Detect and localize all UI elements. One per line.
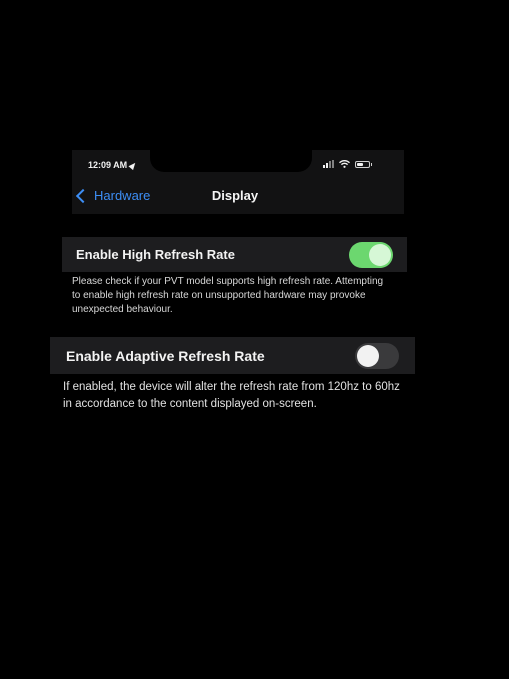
setting-label: Enable High Refresh Rate <box>76 247 235 262</box>
adaptive-refresh-rate-toggle[interactable] <box>355 342 399 369</box>
toggle-knob <box>369 243 391 266</box>
battery-fill <box>357 163 363 166</box>
adaptive-refresh-rate-footnote: If enabled, the device will alter the re… <box>63 381 400 410</box>
toggle-knob <box>357 344 379 367</box>
wifi-icon <box>339 160 350 168</box>
photo-frame: 12:09 AM Hardware Display Enable High Re… <box>0 0 509 679</box>
back-button[interactable]: Hardware <box>75 188 151 203</box>
setting-row-adaptive-refresh-rate[interactable]: Enable Adaptive Refresh Rate <box>50 337 415 374</box>
cellular-signal-icon <box>323 160 334 168</box>
high-refresh-rate-footnote: Please check if your PVT model supports … <box>72 276 384 315</box>
high-refresh-rate-toggle[interactable] <box>349 241 393 268</box>
back-button-label: Hardware <box>94 188 151 203</box>
chevron-left-icon <box>75 188 91 203</box>
setting-row-high-refresh-rate[interactable]: Enable High Refresh Rate <box>62 237 407 272</box>
setting-label: Enable Adaptive Refresh Rate <box>66 347 265 364</box>
battery-tip <box>371 163 372 166</box>
status-time-text: 12:09 AM <box>88 160 128 170</box>
battery-icon <box>355 161 370 168</box>
status-bar-indicators <box>323 156 372 168</box>
status-bar-time: 12:09 AM <box>88 160 138 170</box>
display-notch <box>150 150 312 172</box>
page-title: Display <box>211 188 259 203</box>
